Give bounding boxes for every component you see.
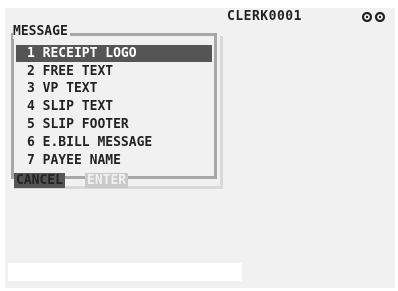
menu-item-slip-footer[interactable]: 5 SLIP FOOTER — [16, 116, 212, 133]
menu-item-ebill-message[interactable]: 6 E.BILL MESSAGE — [16, 134, 212, 151]
menu-title: MESSAGE — [13, 24, 70, 39]
menu-item-receipt-logo[interactable]: 1 RECEIPT LOGO — [16, 45, 212, 62]
enter-button[interactable]: ENTER — [85, 173, 129, 188]
menu-item-free-text[interactable]: 2 FREE TEXT — [16, 63, 212, 80]
menu-shadow — [220, 36, 223, 189]
clerk-id: CLERK0001 — [227, 9, 302, 24]
link-status-icon — [362, 12, 386, 22]
menu-item-vp-text[interactable]: 3 VP TEXT — [16, 80, 212, 97]
input-line — [8, 263, 242, 281]
menu-item-slip-text[interactable]: 4 SLIP TEXT — [16, 98, 212, 115]
cancel-button[interactable]: CANCEL — [14, 173, 65, 188]
menu-item-payee-name[interactable]: 7 PAYEE NAME — [16, 152, 212, 169]
